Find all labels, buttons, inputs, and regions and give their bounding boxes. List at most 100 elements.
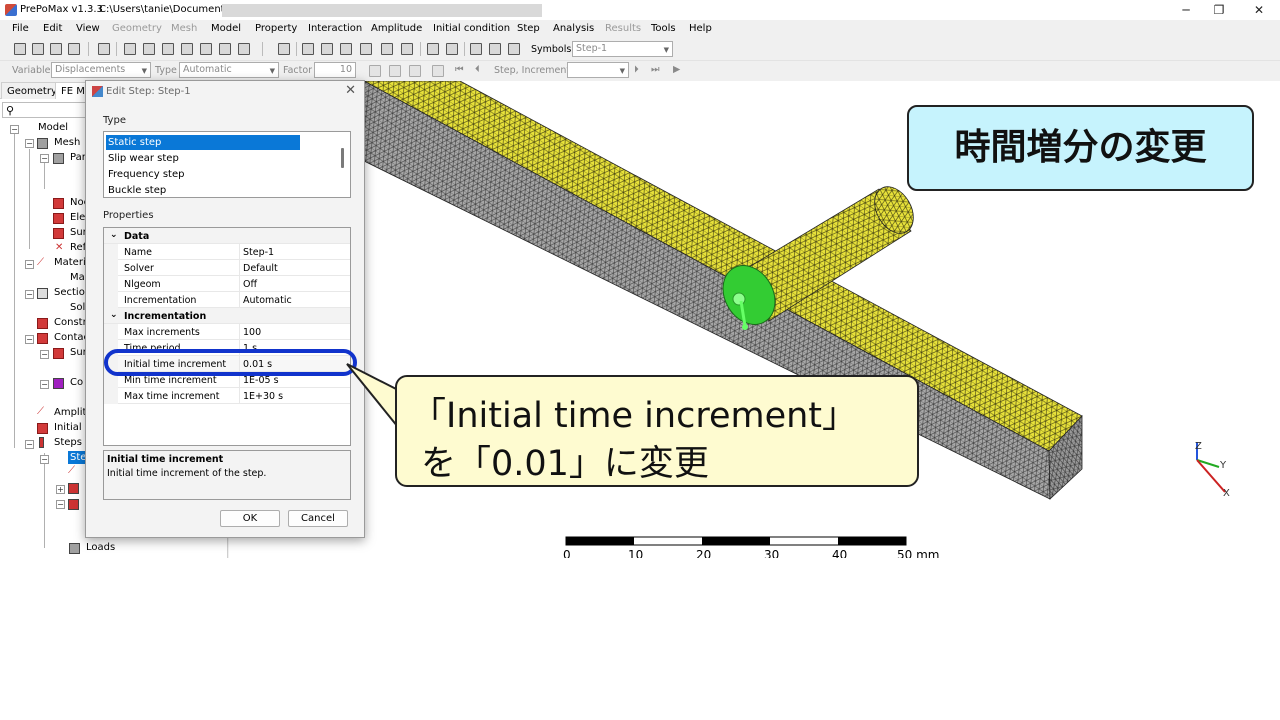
menu-model[interactable]: Model	[211, 23, 241, 34]
menu-edit[interactable]: Edit	[43, 23, 62, 34]
color-parts-icon[interactable]	[381, 43, 393, 55]
zoom-icon[interactable]	[98, 43, 110, 55]
property-row-solver[interactable]: Solver Default	[104, 260, 350, 276]
close-button[interactable]: ✕	[1249, 2, 1269, 18]
first-step-icon[interactable]: ⏮	[455, 64, 464, 75]
property-category-incrementation[interactable]: ⌄ Incrementation	[104, 308, 350, 324]
menu-mesh[interactable]: Mesh	[171, 23, 197, 34]
hide-icon[interactable]	[489, 43, 501, 55]
tree-item-solid-section[interactable]: Sol	[70, 302, 85, 313]
property-gutter	[104, 324, 118, 340]
list-item-buckle-step[interactable]: Buckle step	[106, 183, 300, 198]
menu-analysis[interactable]: Analysis	[553, 23, 594, 34]
menu-geometry[interactable]: Geometry	[112, 23, 162, 34]
menu-tools[interactable]: Tools	[651, 23, 676, 34]
tree-item-mesh[interactable]: Mesh	[54, 137, 80, 148]
view-right-icon[interactable]	[219, 43, 231, 55]
expander-mesh[interactable]: −	[25, 139, 34, 148]
expander-step-1[interactable]: −	[40, 455, 49, 464]
property-row-nlgeom[interactable]: Nlgeom Off	[104, 276, 350, 292]
menu-interaction[interactable]: Interaction	[308, 23, 362, 34]
type-select[interactable]: Automatic ▼	[179, 62, 279, 78]
menu-help[interactable]: Help	[689, 23, 712, 34]
property-category-data[interactable]: ⌄ Data	[104, 228, 350, 244]
grid-icon[interactable]	[369, 65, 381, 77]
property-row-incrementation[interactable]: Incrementation Automatic	[104, 292, 350, 308]
view-iso-icon[interactable]	[238, 43, 250, 55]
property-row-name[interactable]: Name Step-1	[104, 244, 350, 260]
new-file-icon[interactable]	[14, 43, 26, 55]
menu-file[interactable]: File	[12, 23, 29, 34]
view-left-icon[interactable]	[200, 43, 212, 55]
step-type-list[interactable]: Static step Slip wear step Frequency ste…	[103, 131, 351, 198]
expander-steps[interactable]: −	[25, 440, 34, 449]
tree-item-loads[interactable]: Loads	[86, 542, 115, 553]
list-item-slip-wear-step[interactable]: Slip wear step	[106, 151, 300, 166]
toolbar-separator	[88, 42, 89, 56]
expander-loads-sub[interactable]: −	[56, 500, 65, 509]
view-front-icon[interactable]	[124, 43, 136, 55]
table-icon[interactable]	[389, 65, 401, 77]
menu-view[interactable]: View	[76, 23, 100, 34]
step-increment-select[interactable]: ▼	[567, 62, 629, 78]
expander-surface-interactions[interactable]: −	[40, 350, 49, 359]
tree-item-steps[interactable]: Steps (	[54, 437, 89, 448]
view-bottom-icon[interactable]	[181, 43, 193, 55]
tree-item-amplitudes[interactable]: Amplit	[54, 407, 86, 418]
tree-item-reference-points[interactable]: Ref	[70, 242, 86, 253]
import-icon[interactable]	[50, 43, 62, 55]
tree-item-model[interactable]: Model	[38, 122, 68, 133]
view-back-icon[interactable]	[143, 43, 155, 55]
list-item-frequency-step[interactable]: Frequency step	[106, 167, 300, 182]
view-top-icon[interactable]	[162, 43, 174, 55]
tab-geometry[interactable]: Geometry	[1, 82, 63, 99]
symbols-select[interactable]: Step-1 ▼	[572, 41, 673, 57]
menu-property[interactable]: Property	[255, 23, 297, 34]
expander-parts[interactable]: −	[40, 154, 49, 163]
pick-icon[interactable]	[427, 43, 439, 55]
variable-select[interactable]: Displacements ▼	[51, 62, 151, 78]
maximize-button[interactable]: ❐	[1209, 2, 1229, 18]
cancel-button[interactable]: Cancel	[288, 510, 348, 527]
pick-clear-icon[interactable]	[446, 43, 458, 55]
shaded-icon[interactable]	[360, 43, 372, 55]
animation-icon[interactable]	[432, 65, 444, 77]
list-item-static-step[interactable]: Static step	[106, 135, 300, 150]
expander-contacts[interactable]: −	[25, 335, 34, 344]
tree-item-contacts[interactable]: Contac	[54, 332, 89, 343]
next-step-icon[interactable]: ⏵	[634, 64, 639, 75]
property-row-max-increments[interactable]: Max increments 100	[104, 324, 350, 340]
transparency-icon[interactable]	[401, 43, 413, 55]
expander-bcs[interactable]: +	[56, 485, 65, 494]
play-icon[interactable]: ▶	[673, 64, 680, 75]
expander-model[interactable]: −	[10, 125, 19, 134]
save-icon[interactable]	[68, 43, 80, 55]
expander-sections[interactable]: −	[25, 290, 34, 299]
expander-contact-pairs[interactable]: −	[40, 380, 49, 389]
section-view-icon[interactable]	[302, 43, 314, 55]
wireframe-icon[interactable]	[340, 43, 352, 55]
explode-view-icon[interactable]	[321, 43, 333, 55]
dialog-close-button[interactable]: ✕	[345, 83, 356, 98]
expander-materials[interactable]: −	[25, 260, 34, 269]
tree-item-contact-pairs[interactable]: Co	[70, 377, 83, 388]
hide-others-icon[interactable]	[508, 43, 520, 55]
tree-item-material[interactable]: Ma	[70, 272, 85, 283]
tree-item-constraints[interactable]: Constr	[54, 317, 87, 328]
property-row-max-time-increment[interactable]: Max time increment 1E+30 s	[104, 388, 350, 404]
factor-input[interactable]: 10	[314, 62, 356, 78]
list-scrollbar[interactable]	[341, 148, 344, 168]
tree-item-parts[interactable]: Par	[70, 152, 86, 163]
menu-results[interactable]: Results	[605, 23, 641, 34]
menu-step[interactable]: Step	[517, 23, 540, 34]
open-file-icon[interactable]	[32, 43, 44, 55]
previous-step-icon[interactable]: ⏴	[475, 64, 480, 75]
menu-initial-condition[interactable]: Initial condition	[433, 23, 510, 34]
last-step-icon[interactable]: ⏭	[651, 64, 660, 75]
minimize-button[interactable]: ─	[1176, 2, 1196, 18]
layout-icon[interactable]	[409, 65, 421, 77]
cube-icon[interactable]	[278, 43, 290, 55]
ok-button[interactable]: OK	[220, 510, 280, 527]
show-icon[interactable]	[470, 43, 482, 55]
menu-amplitude[interactable]: Amplitude	[371, 23, 422, 34]
